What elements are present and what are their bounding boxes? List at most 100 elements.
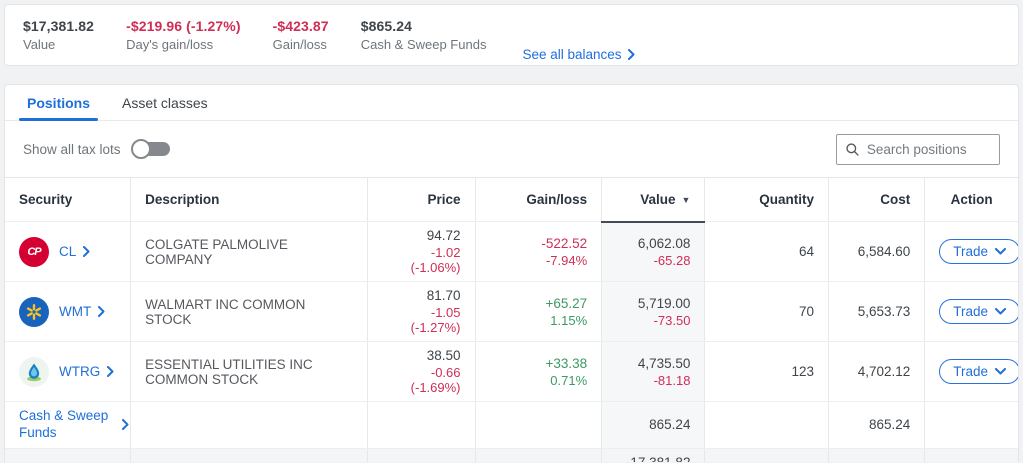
show-tax-lots-label: Show all tax lots	[23, 142, 121, 157]
header-security[interactable]: Security	[5, 178, 131, 222]
value-change: -81.18	[616, 373, 690, 388]
price-value: 81.70	[427, 288, 461, 303]
chevron-right-icon	[83, 246, 90, 257]
price-cell: 81.70 -1.05 (-1.27%)	[368, 282, 475, 342]
gain-loss-cell: +65.271.15%	[475, 282, 602, 342]
search-positions-box	[836, 134, 1000, 165]
chevron-right-icon	[107, 366, 114, 377]
totals-row: Totals -423.87 17,381.82-219.96 17,805.6…	[5, 448, 1018, 462]
trade-button-label: Trade	[953, 364, 988, 379]
table-row: WMT WALMART INC COMMON STOCK 81.70 -1.05 …	[5, 282, 1018, 342]
value-amount: 6,062.08	[638, 236, 691, 251]
description-cell: ESSENTIAL UTILITIES INC COMMON STOCK	[131, 342, 368, 402]
gain-loss-cell: +33.380.71%	[475, 342, 602, 402]
summary-days-gain-label: Day's gain/loss	[126, 37, 241, 52]
summary-value-label: Value	[23, 37, 94, 52]
totals-cost-cell: 17,805.69	[829, 448, 925, 462]
price-change: -1.02 (-1.06%)	[382, 245, 460, 275]
positions-panel: Positions Asset classes Show all tax lot…	[4, 84, 1019, 462]
cash-sweep-row: Cash & Sweep Funds 865.24 865.24	[5, 402, 1018, 449]
cash-sweep-funds-link[interactable]: Cash & Sweep Funds	[19, 408, 129, 442]
search-positions-input[interactable]	[867, 142, 990, 157]
table-header-row: Security Description Price Gain/loss Val…	[5, 178, 1018, 222]
header-description[interactable]: Description	[131, 178, 368, 222]
trade-button[interactable]: Trade	[939, 359, 1019, 384]
value-cell: 6,062.08-65.28	[602, 222, 705, 282]
ticker-label: WTRG	[59, 364, 100, 379]
search-icon	[846, 142, 859, 157]
water-drop-icon	[25, 362, 43, 382]
table-row: WTRG ESSENTIAL UTILITIES INC COMMON STOC…	[5, 342, 1018, 402]
header-quantity[interactable]: Quantity	[705, 178, 829, 222]
table-controls: Show all tax lots	[5, 121, 1018, 177]
positions-table: Security Description Price Gain/loss Val…	[5, 177, 1018, 462]
price-cell: 38.50-0.66 (-1.69%)	[368, 342, 475, 402]
trade-button[interactable]: Trade	[939, 239, 1019, 264]
tab-asset-classes[interactable]: Asset classes	[110, 87, 220, 120]
header-action[interactable]: Action	[925, 178, 1018, 222]
show-tax-lots-toggle[interactable]	[131, 139, 171, 159]
header-cost[interactable]: Cost	[829, 178, 925, 222]
tab-positions[interactable]: Positions	[15, 87, 102, 120]
price-value: 38.50	[427, 348, 461, 363]
price-value: 94.72	[427, 228, 461, 243]
see-all-balances-label: See all balances	[522, 47, 621, 62]
description-cell: WALMART INC COMMON STOCK	[131, 282, 368, 342]
value-cell: 5,719.00 -73.50	[602, 282, 705, 342]
gain-pct: -7.94%	[490, 253, 588, 268]
chevron-down-icon	[995, 368, 1006, 375]
totals-value-cell: 17,381.82-219.96	[602, 448, 705, 462]
summary-days-gain: -$219.96 (-1.27%) Day's gain/loss	[126, 18, 241, 52]
ticker-label: WMT	[59, 304, 91, 319]
gain-value: -522.52	[541, 236, 587, 251]
walmart-logo	[19, 297, 49, 327]
cash-sweep-funds-label: Cash & Sweep Funds	[19, 408, 112, 442]
ticker-link-cl[interactable]: CL	[59, 244, 90, 259]
trade-button-label: Trade	[953, 244, 988, 259]
chevron-right-icon	[122, 419, 129, 430]
totals-gain-cell: -423.87	[475, 448, 602, 462]
summary-cash: $865.24 Cash & Sweep Funds	[361, 18, 487, 52]
totals-label: Totals	[5, 448, 131, 462]
trade-button[interactable]: Trade	[939, 299, 1019, 324]
trade-button-label: Trade	[953, 304, 988, 319]
summary-cash-amount: $865.24	[361, 18, 487, 34]
gain-value: +65.27	[545, 296, 587, 311]
value-amount: 5,719.00	[638, 296, 691, 311]
value-cell: 4,735.50-81.18	[602, 342, 705, 402]
summary-value: $17,381.82 Value	[23, 18, 94, 52]
summary-gain: -$423.87 Gain/loss	[273, 18, 329, 52]
chevron-right-icon	[98, 306, 105, 317]
cost-cell: 6,584.60	[829, 222, 925, 282]
chevron-down-icon	[995, 308, 1006, 315]
summary-gain-amount: -$423.87	[273, 18, 329, 34]
colgate-logo: CP	[19, 237, 49, 267]
gain-loss-cell: -522.52 -7.94%	[475, 222, 602, 282]
value-change: -73.50	[616, 313, 690, 328]
cost-cell: 5,653.73	[829, 282, 925, 342]
summary-cash-label: Cash & Sweep Funds	[361, 37, 487, 52]
see-all-balances-link[interactable]: See all balances	[522, 47, 634, 65]
ticker-link-wtrg[interactable]: WTRG	[59, 364, 114, 379]
tab-bar: Positions Asset classes	[5, 85, 1018, 121]
description-cell: COLGATE PALMOLIVE COMPANY	[131, 222, 368, 282]
cash-cost-cell: 865.24	[829, 402, 925, 449]
sort-desc-icon: ▼	[682, 195, 691, 205]
chevron-down-icon	[995, 248, 1006, 255]
toggle-knob	[131, 139, 151, 159]
header-price[interactable]: Price	[368, 178, 475, 222]
summary-days-gain-amount: -$219.96 (-1.27%)	[126, 18, 241, 34]
totals-value-amount: 17,381.82	[630, 455, 690, 462]
summary-value-amount: $17,381.82	[23, 18, 94, 34]
quantity-cell: 123	[705, 342, 829, 402]
chevron-right-icon	[628, 49, 635, 60]
summary-gain-label: Gain/loss	[273, 37, 329, 52]
ticker-link-wmt[interactable]: WMT	[59, 304, 105, 319]
header-gain-loss[interactable]: Gain/loss	[475, 178, 602, 222]
cost-cell: 4,702.12	[829, 342, 925, 402]
header-value[interactable]: Value ▼	[602, 178, 705, 222]
quantity-cell: 70	[705, 282, 829, 342]
header-value-label: Value	[640, 192, 675, 207]
price-change: -1.05 (-1.27%)	[382, 305, 460, 335]
gain-pct: 0.71%	[490, 373, 588, 388]
